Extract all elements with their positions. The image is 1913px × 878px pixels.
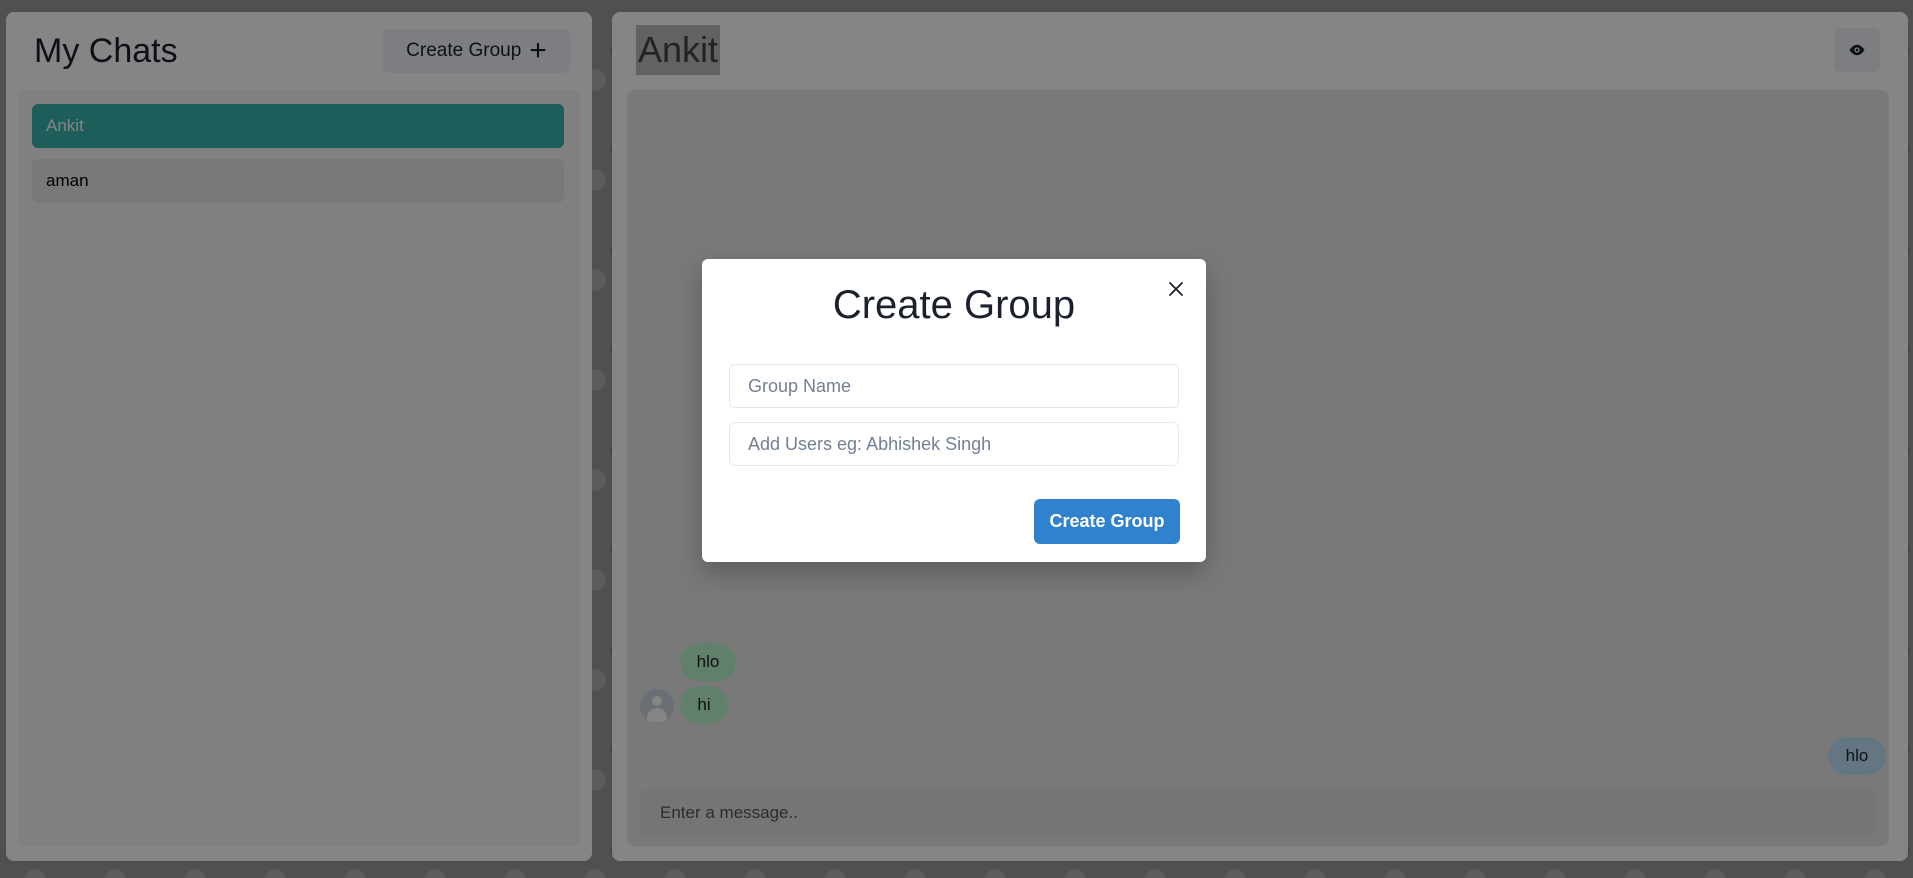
create-group-submit-button[interactable]: Create Group	[1034, 499, 1180, 544]
close-button[interactable]	[1162, 275, 1190, 303]
modal-title: Create Group	[832, 283, 1076, 327]
add-users-input[interactable]	[729, 422, 1179, 466]
group-name-input[interactable]	[729, 364, 1179, 408]
create-group-modal: Create Group Create Group	[702, 259, 1206, 562]
close-icon	[1169, 282, 1183, 296]
